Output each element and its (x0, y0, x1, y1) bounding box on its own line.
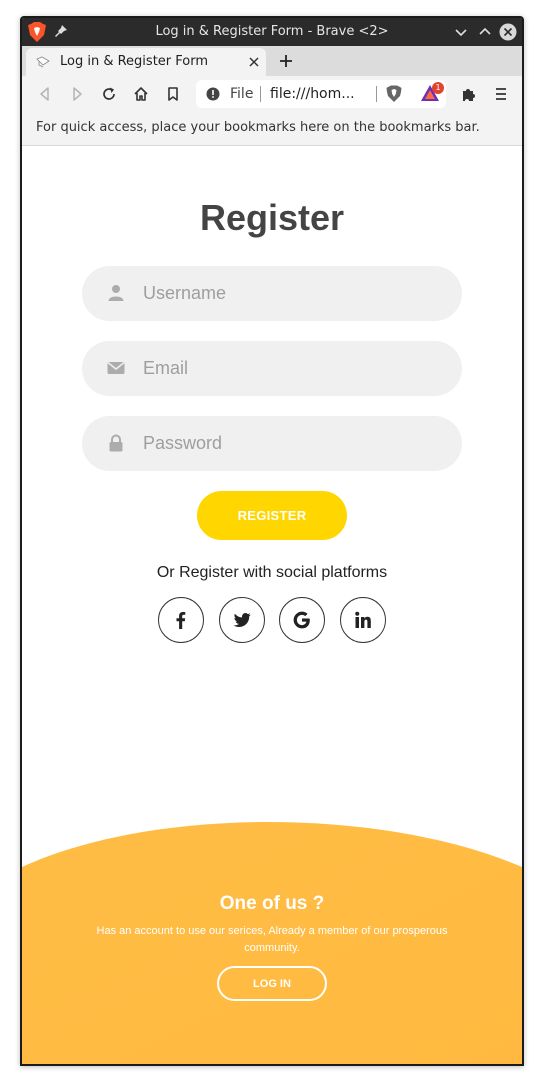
email-field[interactable] (82, 341, 462, 396)
reload-icon[interactable] (100, 85, 118, 103)
social-prompt: Or Register with social platforms (156, 564, 388, 581)
brave-shields-icon[interactable] (386, 85, 402, 103)
url-divider (376, 86, 377, 102)
page-favicon-icon (36, 56, 50, 68)
email-input[interactable] (143, 341, 443, 396)
close-tab-icon[interactable] (248, 56, 260, 68)
url-scheme: File (230, 86, 254, 102)
menu-icon[interactable] (492, 85, 510, 103)
maximize-icon[interactable] (476, 23, 494, 41)
site-info-icon[interactable] (206, 87, 220, 101)
envelope-icon (107, 361, 125, 374)
url-text[interactable]: file:///hom... (270, 86, 355, 102)
facebook-button[interactable] (158, 597, 204, 643)
linkedin-button[interactable] (340, 597, 386, 643)
username-field[interactable] (82, 266, 462, 321)
register-button[interactable]: REGISTER (197, 491, 347, 540)
twitter-button[interactable] (219, 597, 265, 643)
web-page: Register REGISTER Or Register with socia (22, 147, 522, 1064)
brave-rewards-button[interactable]: 1 (420, 82, 444, 104)
google-icon (293, 611, 310, 629)
new-tab-icon[interactable] (278, 53, 294, 69)
username-input[interactable] (143, 266, 443, 321)
title-bar: Log in & Register Form - Brave <2> (22, 18, 522, 46)
extensions-icon[interactable] (460, 85, 478, 103)
tab-title: Log in & Register Form (60, 54, 209, 69)
url-divider (260, 86, 261, 102)
password-field[interactable] (82, 416, 462, 471)
tab-strip: Log in & Register Form (22, 46, 522, 76)
address-bar[interactable]: File file:///hom... (196, 80, 446, 108)
password-input[interactable] (143, 416, 443, 471)
twitter-icon (233, 613, 251, 627)
back-icon[interactable] (36, 85, 54, 103)
login-button[interactable]: LOG IN (217, 966, 327, 1001)
forward-icon[interactable] (68, 85, 86, 103)
bookmark-icon[interactable] (164, 85, 182, 103)
home-icon[interactable] (132, 85, 150, 103)
bookmarks-bar: For quick access, place your bookmarks h… (22, 112, 522, 146)
tab-login-register[interactable]: Log in & Register Form (26, 48, 266, 76)
facebook-icon (176, 612, 186, 629)
window-title: Log in & Register Form - Brave <2> (155, 24, 389, 39)
close-window-icon[interactable] (499, 23, 517, 41)
navigation-toolbar: File file:///hom... 1 (22, 76, 522, 112)
panel-title: One of us ? (219, 893, 325, 914)
linkedin-icon (355, 611, 371, 628)
bookmarks-hint: For quick access, place your bookmarks h… (36, 120, 480, 135)
lock-icon (109, 434, 123, 452)
rewards-badge: 1 (432, 82, 444, 94)
pin-icon[interactable] (54, 24, 68, 38)
browser-window: Log in & Register Form - Brave <2> Log i… (20, 16, 524, 1066)
user-icon (108, 285, 124, 301)
google-button[interactable] (279, 597, 325, 643)
page-title: Register (199, 197, 345, 238)
panel-description: Has an account to use our serices, Alrea… (96, 925, 448, 954)
brave-logo-icon[interactable] (28, 22, 46, 42)
minimize-icon[interactable] (452, 23, 470, 41)
